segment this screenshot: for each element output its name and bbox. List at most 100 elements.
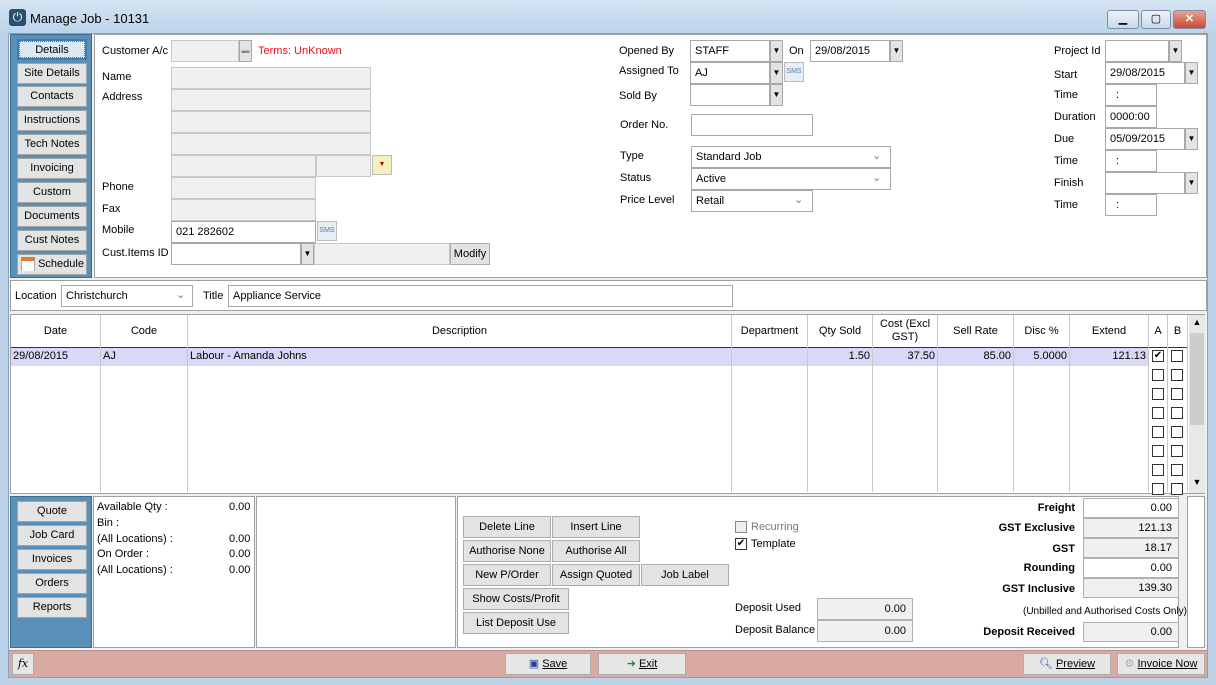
orders-button[interactable]: Orders (17, 573, 87, 594)
cell-description[interactable]: Labour - Amanda Johns (190, 350, 729, 362)
column-header-qty-sold[interactable]: Qty Sold (808, 315, 873, 347)
quote-button[interactable]: Quote (17, 501, 87, 522)
cell-code[interactable]: AJ (103, 350, 185, 362)
sms-icon[interactable]: SMS (317, 221, 337, 241)
project-id-select[interactable] (1105, 40, 1169, 62)
delete-line-button[interactable]: Delete Line (463, 516, 551, 538)
location-select[interactable]: Christchurch (61, 285, 193, 307)
authorise-a-checkbox[interactable] (1152, 369, 1164, 381)
column-header-extend[interactable]: Extend (1070, 315, 1149, 347)
authorise-b-checkbox[interactable] (1171, 407, 1183, 419)
column-header-code[interactable]: Code (101, 315, 188, 347)
chevron-down-icon[interactable]: ▼ (301, 243, 314, 265)
authorise-a-checkbox[interactable] (1152, 407, 1164, 419)
sold-by-select[interactable] (690, 84, 770, 106)
address-postcode[interactable] (316, 155, 371, 177)
maximize-button[interactable]: ▢ (1141, 10, 1171, 29)
column-header-date[interactable]: Date (11, 315, 101, 347)
fax-input[interactable] (171, 199, 316, 221)
template-checkbox[interactable]: ✔ (735, 538, 747, 550)
authorise-a-checkbox[interactable]: ✔ (1152, 350, 1164, 362)
column-header-department[interactable]: Department (732, 315, 808, 347)
job-label-button[interactable]: Job Label (641, 564, 729, 586)
chevron-down-icon[interactable]: ▼ (1185, 128, 1198, 150)
authorise-all-button[interactable]: Authorise All (552, 540, 640, 562)
order-no-input[interactable] (691, 114, 813, 136)
insert-line-button[interactable]: Insert Line (552, 516, 640, 538)
recurring-checkbox[interactable] (735, 521, 747, 533)
start-time-input[interactable]: : (1105, 84, 1157, 106)
nav-details[interactable]: Details (17, 39, 87, 60)
close-button[interactable]: ✕ (1173, 10, 1206, 29)
cust-items-select[interactable] (171, 243, 301, 265)
status-select[interactable]: Active (691, 168, 891, 190)
authorise-b-checkbox[interactable] (1171, 388, 1183, 400)
nav-documents[interactable]: Documents (17, 206, 87, 227)
chevron-down-icon[interactable]: ▼ (1185, 62, 1198, 84)
nav-schedule[interactable]: Schedule (17, 254, 87, 275)
authorise-none-button[interactable]: Authorise None (463, 540, 551, 562)
map-icon[interactable]: ▼ (372, 155, 392, 175)
invoices-button[interactable]: Invoices (17, 549, 87, 570)
address-line-1[interactable] (171, 89, 371, 111)
assign-quoted-button[interactable]: Assign Quoted (552, 564, 640, 586)
cell-extend[interactable]: 121.13 (1072, 350, 1146, 362)
column-header-b[interactable]: B (1168, 315, 1188, 347)
authorise-a-checkbox[interactable] (1152, 464, 1164, 476)
nav-custom-fields[interactable]: Custom Fields (17, 182, 87, 217)
rounding-input[interactable]: 0.00 (1083, 558, 1179, 578)
due-time-input[interactable]: : (1105, 150, 1157, 172)
duration-input[interactable]: 0000:00 (1105, 106, 1157, 128)
chevron-down-icon[interactable]: ▼ (1169, 40, 1182, 62)
authorise-b-checkbox[interactable] (1171, 426, 1183, 438)
new-porder-button[interactable]: New P/Order (463, 564, 551, 586)
nav-instructions[interactable]: Instructions (17, 110, 87, 131)
mobile-input[interactable]: 021 282602 (171, 221, 316, 243)
column-header-sell-rate[interactable]: Sell Rate (938, 315, 1014, 347)
column-header-cost[interactable]: Cost (Excl GST) (873, 315, 938, 347)
address-line-2[interactable] (171, 111, 371, 133)
modify-button[interactable]: Modify (450, 243, 490, 265)
cell-disc[interactable]: 5.0000 (1016, 350, 1067, 362)
name-input[interactable] (171, 67, 371, 89)
cell-qty-sold[interactable]: 1.50 (810, 350, 870, 362)
authorise-b-checkbox[interactable] (1171, 350, 1183, 362)
vertical-scrollbar[interactable]: ▲ ▼ (1189, 315, 1205, 493)
minimize-button[interactable]: ▁ (1107, 10, 1139, 29)
phone-input[interactable] (171, 177, 316, 199)
opened-by-select[interactable]: STAFF (690, 40, 770, 62)
sms-icon[interactable]: SMS (784, 62, 804, 82)
customer-lookup-button[interactable]: ▬ (239, 40, 252, 62)
finish-date-input[interactable] (1105, 172, 1185, 194)
nav-cust-notes[interactable]: Cust Notes (17, 230, 87, 251)
column-header-description[interactable]: Description (188, 315, 732, 347)
scroll-up-icon[interactable]: ▲ (1189, 317, 1205, 331)
freight-input[interactable]: 0.00 (1083, 498, 1179, 518)
reports-button[interactable]: Reports (17, 597, 87, 618)
opened-date-input[interactable]: 29/08/2015 (810, 40, 890, 62)
cell-cost[interactable]: 37.50 (875, 350, 935, 362)
scrollbar-thumb[interactable] (1190, 333, 1204, 425)
authorise-a-checkbox[interactable] (1152, 388, 1164, 400)
cell-date[interactable]: 29/08/2015 (13, 350, 98, 362)
invoice-now-button[interactable]: ⚙ Invoice Now (1117, 653, 1205, 675)
due-date-input[interactable]: 05/09/2015 (1105, 128, 1185, 150)
column-header-disc[interactable]: Disc % (1014, 315, 1070, 347)
authorise-b-checkbox[interactable] (1171, 445, 1183, 457)
title-input[interactable]: Appliance Service (228, 285, 733, 307)
finish-time-input[interactable]: : (1105, 194, 1157, 216)
chevron-down-icon[interactable]: ▼ (770, 84, 783, 106)
chevron-down-icon[interactable]: ▼ (770, 62, 783, 84)
list-deposit-button[interactable]: List Deposit Use (463, 612, 569, 634)
nav-invoicing[interactable]: Invoicing (17, 158, 87, 179)
fx-button[interactable]: fx (12, 653, 34, 675)
nav-tech-notes[interactable]: Tech Notes (17, 134, 87, 155)
chevron-down-icon[interactable]: ▼ (1185, 172, 1198, 194)
customer-account-input[interactable] (171, 40, 239, 62)
exit-button[interactable]: ➜ Exit (598, 653, 686, 675)
type-select[interactable]: Standard Job (691, 146, 891, 168)
nav-contacts[interactable]: Contacts (17, 86, 87, 107)
address-line-3[interactable] (171, 133, 371, 155)
show-costs-button[interactable]: Show Costs/Profit (463, 588, 569, 610)
authorise-a-checkbox[interactable] (1152, 483, 1164, 495)
